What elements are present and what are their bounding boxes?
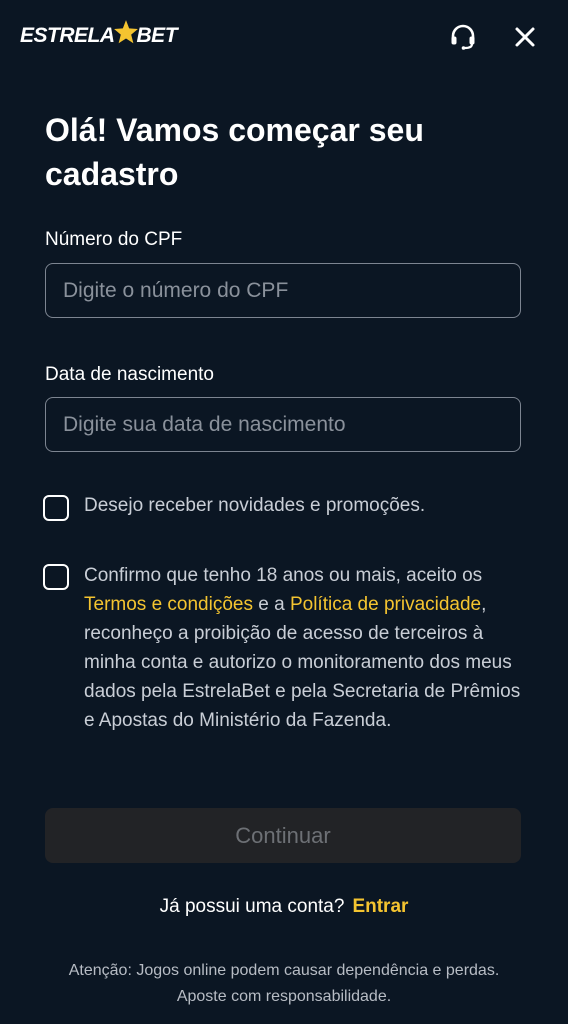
logo-text-left: ESTRELA — [20, 24, 115, 47]
signup-page: ESTRELA BET Olá! Vamos começar seu cadas… — [0, 0, 568, 1024]
close-icon[interactable] — [511, 23, 539, 51]
cpf-label: Número do CPF — [45, 229, 183, 250]
login-link[interactable]: Entrar — [352, 896, 408, 917]
header: ESTRELA BET — [0, 0, 568, 72]
headset-icon[interactable] — [448, 22, 478, 52]
page-title: Olá! Vamos começar seu cadastro — [45, 112, 424, 192]
terms-text: Confirmo que tenho 18 anos ou mais, acei… — [84, 561, 524, 735]
login-prompt: Já possui uma conta? Entrar — [0, 896, 568, 918]
estrelabet-logo: ESTRELA BET — [20, 20, 178, 48]
continue-button[interactable]: Continuar — [45, 808, 521, 863]
logo-text-right: BET — [136, 24, 178, 47]
birthdate-label: Data de nascimento — [45, 364, 214, 385]
terms-text-part-2: e a — [252, 594, 290, 615]
terms-link[interactable]: Termos e condições — [84, 594, 253, 615]
birthdate-input[interactable] — [45, 397, 521, 452]
terms-text-part-1: Confirmo que tenho 18 anos ou mais, acei… — [84, 565, 483, 586]
responsible-gaming-warning: Atenção: Jogos online podem causar depen… — [68, 962, 500, 1005]
cpf-input[interactable] — [45, 263, 521, 318]
login-question: Já possui uma conta? — [159, 896, 345, 917]
newsletter-label: Desejo receber novidades e promoções. — [84, 495, 426, 516]
newsletter-checkbox[interactable] — [43, 495, 69, 521]
terms-checkbox[interactable] — [43, 564, 69, 590]
star-icon — [113, 20, 138, 44]
privacy-link[interactable]: Política de privacidade — [290, 594, 481, 615]
